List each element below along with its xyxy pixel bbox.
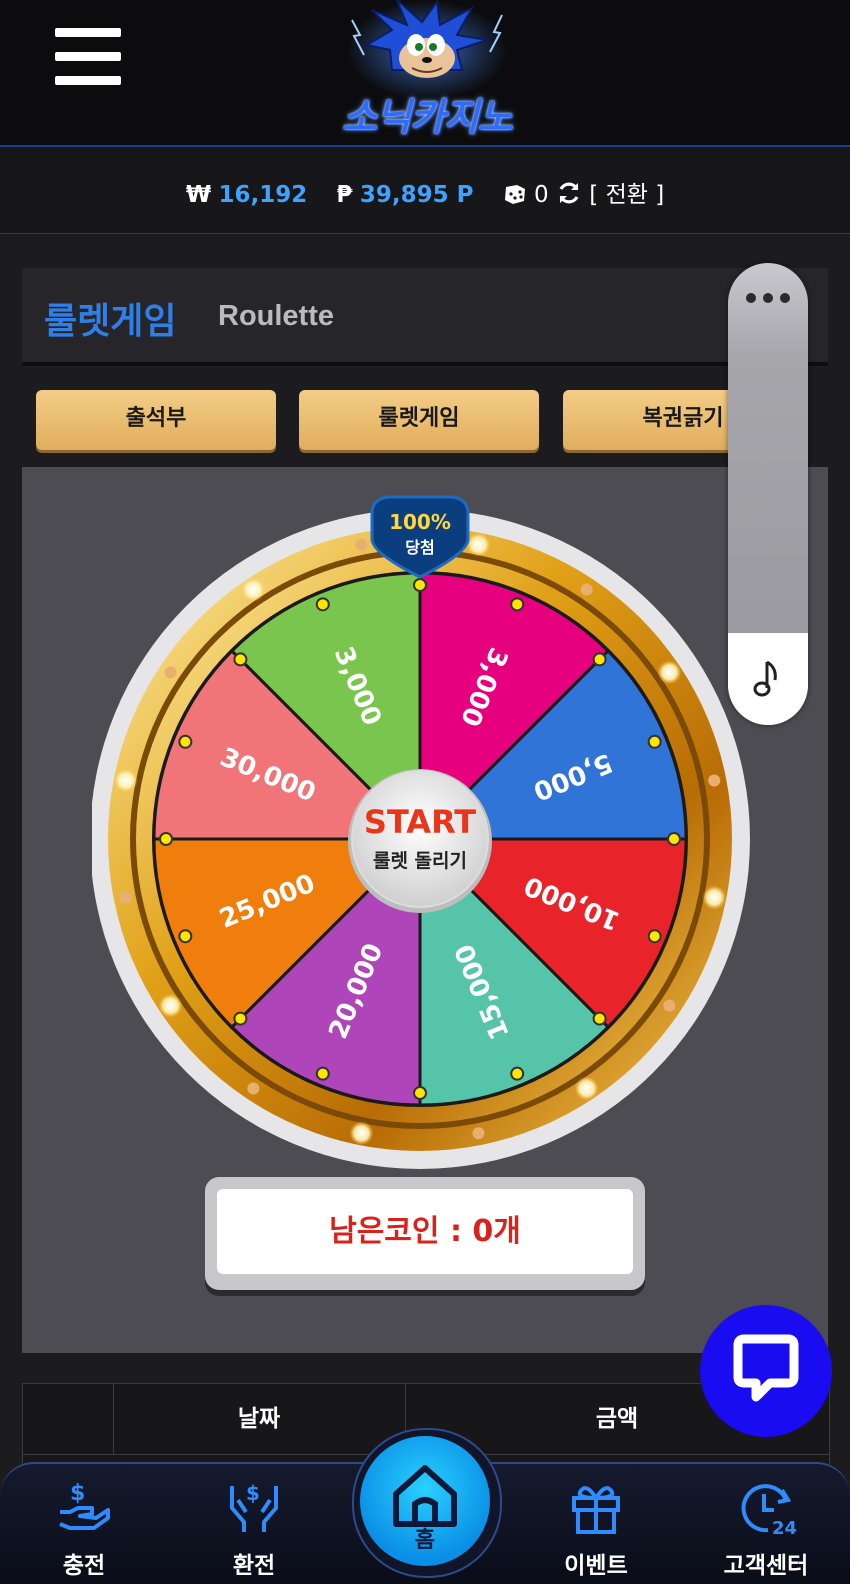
site-logo[interactable]: 소닉카지노 — [312, 0, 542, 140]
deposit-icon: $ — [59, 1481, 110, 1530]
wheel-peg — [647, 734, 662, 749]
badge-percent: 100% — [389, 510, 451, 534]
point-icon: ₱ — [336, 182, 353, 208]
balance-bar: ₩ 16,192 ₱ 39,895 P 0 [ 전환 ] — [0, 147, 850, 234]
wheel-peg — [233, 652, 248, 667]
svg-text:$: $ — [246, 1481, 260, 1505]
top-header: 소닉카지노 — [0, 0, 850, 147]
remaining-coins-text: 남은코인 : 0개 — [217, 1189, 633, 1274]
sonic-mascot-icon — [347, 0, 507, 100]
switch-button[interactable]: [ 전환 ] — [589, 182, 664, 208]
wheel-peg — [510, 1066, 525, 1081]
nav-support[interactable]: 24 고객센터 — [696, 1464, 836, 1584]
refresh-icon[interactable] — [556, 180, 582, 208]
wheel-bulb — [349, 1121, 374, 1146]
wheel-peg — [315, 597, 330, 612]
wheel-peg — [592, 1011, 607, 1026]
start-sublabel: 룰렛 돌리기 — [373, 850, 467, 872]
badge-win: 당첨 — [405, 538, 434, 557]
wheel-bulb — [119, 891, 132, 904]
nav-exchange[interactable]: $ 환전 — [184, 1464, 324, 1584]
wheel-peg — [592, 652, 607, 667]
wheel-peg — [413, 1086, 427, 1100]
page-subtitle: Roulette — [218, 300, 334, 332]
svg-text:24: 24 — [772, 1518, 797, 1538]
nav-support-label: 고객센터 — [723, 1553, 809, 1579]
nav-home-label: 홈 — [414, 1528, 436, 1553]
wheel-bulb — [663, 999, 676, 1012]
won-icon: ₩ — [185, 182, 212, 208]
chat-bubble-icon — [733, 1334, 799, 1402]
wheel-bulb — [247, 1082, 260, 1095]
nav-deposit[interactable]: $ 충전 — [14, 1464, 154, 1584]
nav-deposit-label: 충전 — [62, 1553, 106, 1579]
remaining-coins-box: 남은코인 : 0개 — [205, 1177, 645, 1290]
wheel-bulb — [574, 1076, 599, 1101]
wheel-peg — [233, 1011, 248, 1026]
wheel-peg — [510, 597, 525, 612]
wheel-bulb — [657, 660, 682, 685]
wheel-peg — [647, 929, 662, 944]
wheel-bulb — [472, 1127, 485, 1140]
wheel-bulb — [113, 768, 138, 793]
chat-button[interactable] — [700, 1305, 832, 1437]
wheel-bulb — [702, 885, 727, 910]
table-header-index — [23, 1384, 114, 1454]
gift-icon — [572, 1486, 620, 1534]
wheel-bulb — [164, 666, 177, 679]
roulette-wheel: 3,0005,00010,00015,00020,00025,00030,000… — [92, 495, 750, 1169]
wheel-bulb — [241, 577, 266, 602]
hamburger-menu-icon[interactable] — [55, 28, 121, 86]
start-button[interactable]: START 룰렛 돌리기 — [348, 769, 492, 913]
page-title: 룰렛게임 — [44, 301, 177, 342]
wheel-peg — [159, 832, 173, 846]
wheel-peg — [178, 734, 193, 749]
start-label: START — [364, 803, 476, 841]
svg-text:$: $ — [70, 1481, 85, 1506]
home-button[interactable]: 홈 — [360, 1436, 490, 1566]
exchange-icon: $ — [230, 1481, 278, 1532]
wheel-bulb — [466, 532, 491, 557]
music-note-icon[interactable] — [728, 658, 808, 707]
more-icon[interactable] — [746, 293, 790, 303]
wheel-peg — [315, 1066, 330, 1081]
nav-exchange-label: 환전 — [232, 1553, 276, 1579]
wheel-peg — [178, 929, 193, 944]
tab-attendance[interactable]: 출석부 — [36, 390, 276, 450]
wheel-peg — [667, 832, 681, 846]
logo-text: 소닉카지노 — [342, 95, 513, 139]
nav-event[interactable]: 이벤트 — [526, 1464, 666, 1584]
wheel-bulb — [580, 583, 593, 596]
nav-home[interactable]: 홈 — [352, 1428, 502, 1582]
music-player-widget[interactable] — [728, 263, 808, 725]
tab-roulette[interactable]: 룰렛게임 — [299, 390, 539, 450]
wheel-bulb — [708, 774, 721, 787]
support-24-icon: 24 — [741, 1484, 797, 1538]
dice-count: 0 — [534, 182, 549, 208]
won-balance: 16,192 — [218, 182, 308, 208]
point-balance: 39,895 P — [359, 182, 474, 208]
roulette-game-area: 3,000 5,000 10,000 15,000 20,000 25,000 30,000… — [22, 467, 828, 1353]
wheel-bulb — [355, 538, 368, 551]
wheel-peg — [413, 578, 427, 592]
nav-event-label: 이벤트 — [564, 1553, 628, 1579]
page-title-panel: 룰렛게임 Roulette — [22, 268, 828, 366]
dice-icon — [503, 182, 527, 208]
wheel-bulb — [158, 993, 183, 1018]
